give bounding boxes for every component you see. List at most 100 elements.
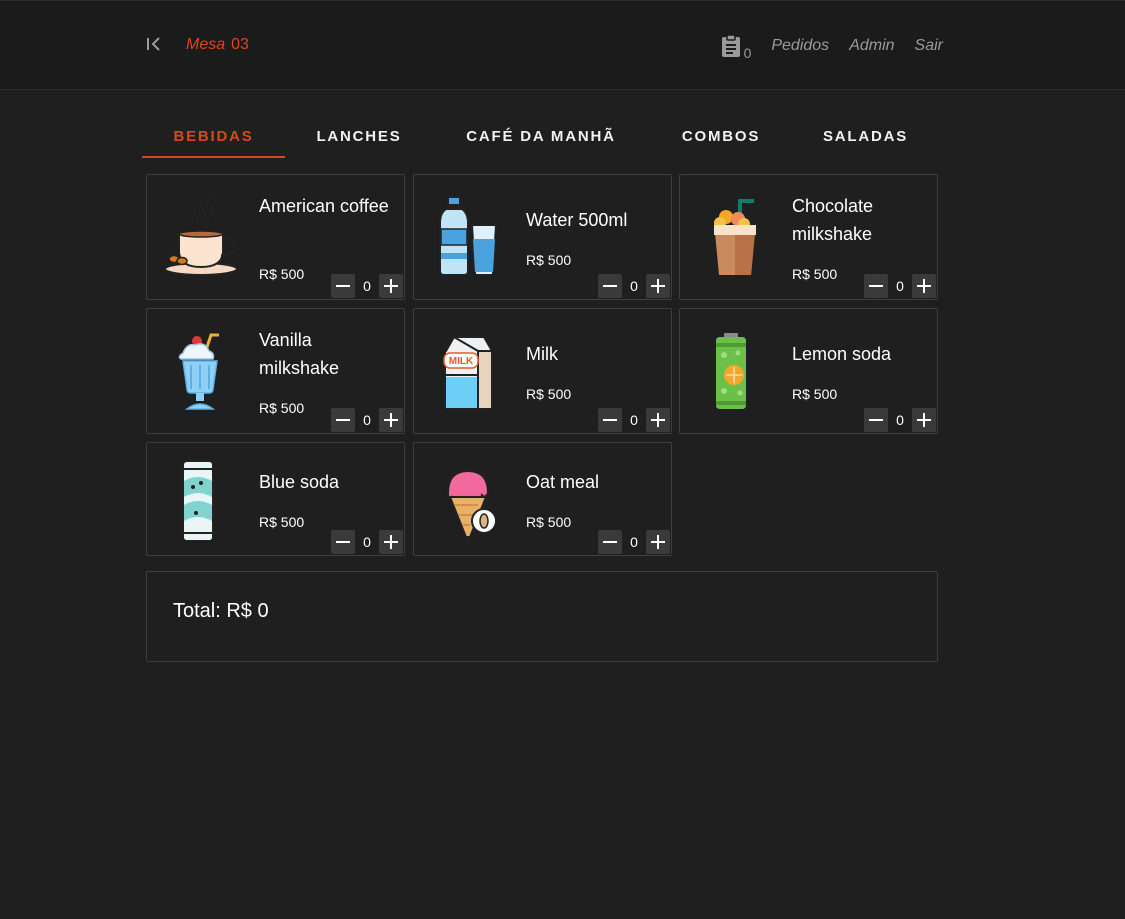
product-card[interactable]: Lemon soda R$ 500 0 — [679, 308, 938, 434]
quantity-stepper: 0 — [598, 408, 670, 432]
category-tabs: BEBIDAS LANCHES CAFÉ DA MANHÃ COMBOS SAL… — [142, 115, 938, 158]
product-name: Chocolate milkshake — [792, 196, 874, 244]
quantity-stepper: 0 — [864, 408, 936, 432]
increment-button[interactable] — [646, 530, 670, 554]
quantity-stepper: 0 — [864, 274, 936, 298]
minus-icon — [336, 419, 350, 421]
clipboard-icon — [721, 34, 740, 57]
minus-icon — [603, 419, 617, 421]
plus-icon — [917, 279, 931, 293]
product-price: R$ 500 — [259, 400, 305, 416]
vanilla-milkshake-icon — [163, 329, 243, 413]
decrement-button[interactable] — [331, 274, 355, 298]
nav-pedidos[interactable]: Pedidos — [771, 37, 829, 55]
tab-bebidas[interactable]: BEBIDAS — [142, 115, 285, 158]
minus-icon — [869, 419, 883, 421]
table-indicator: Mesa 03 — [186, 36, 249, 54]
quantity-stepper: 0 — [331, 530, 403, 554]
product-price: R$ 500 — [259, 266, 305, 282]
product-price: R$ 500 — [526, 386, 572, 402]
quantity-stepper: 0 — [598, 274, 670, 298]
increment-button[interactable] — [912, 408, 936, 432]
decrement-button[interactable] — [864, 274, 888, 298]
tab-lanches[interactable]: LANCHES — [285, 115, 433, 158]
nav-sair[interactable]: Sair — [915, 37, 943, 55]
orders-count: 0 — [743, 45, 752, 61]
table-number: 03 — [231, 36, 249, 53]
product-price: R$ 500 — [792, 266, 838, 282]
quantity-value: 0 — [363, 278, 371, 294]
product-name: Water 500ml — [526, 210, 628, 230]
quantity-stepper: 0 — [331, 408, 403, 432]
orders-indicator[interactable]: 0 — [720, 34, 752, 61]
order-total: Total: R$ 0 — [173, 600, 269, 622]
ice-cream-cone-icon — [430, 457, 510, 541]
plus-icon — [917, 413, 931, 427]
product-card[interactable]: Blue soda R$ 500 0 — [146, 442, 405, 556]
plus-icon — [384, 535, 398, 549]
tab-combos[interactable]: COMBOS — [649, 115, 793, 158]
plus-icon — [384, 279, 398, 293]
product-price: R$ 500 — [526, 252, 572, 268]
product-price: R$ 500 — [792, 386, 838, 402]
product-card[interactable]: Vanilla milkshake R$ 500 0 — [146, 308, 405, 434]
decrement-button[interactable] — [864, 408, 888, 432]
nav-links: 0 Pedidos Admin Sair — [720, 34, 943, 61]
minus-icon — [336, 541, 350, 543]
nav-admin[interactable]: Admin — [849, 37, 894, 55]
blue-soda-can-icon — [163, 457, 243, 541]
plus-icon — [651, 413, 665, 427]
quantity-value: 0 — [630, 412, 638, 428]
quantity-value: 0 — [630, 534, 638, 550]
increment-button[interactable] — [379, 408, 403, 432]
product-price: R$ 500 — [526, 514, 572, 530]
plus-icon — [651, 535, 665, 549]
quantity-stepper: 0 — [331, 274, 403, 298]
quantity-value: 0 — [896, 412, 904, 428]
decrement-button[interactable] — [598, 408, 622, 432]
product-card[interactable]: American coffee R$ 500 0 — [146, 174, 405, 300]
tab-saladas[interactable]: SALADAS — [793, 115, 938, 158]
decrement-button[interactable] — [331, 530, 355, 554]
increment-button[interactable] — [912, 274, 936, 298]
product-name: American coffee — [259, 196, 389, 216]
water-bottle-icon — [430, 195, 510, 279]
decrement-button[interactable] — [331, 408, 355, 432]
product-card[interactable]: Water 500ml R$ 500 0 — [413, 174, 672, 300]
plus-icon — [651, 279, 665, 293]
product-name: Oat meal — [526, 472, 600, 492]
product-name: Milk — [526, 344, 558, 364]
increment-button[interactable] — [646, 274, 670, 298]
lemon-soda-can-icon — [696, 329, 776, 413]
minus-icon — [603, 541, 617, 543]
quantity-value: 0 — [363, 412, 371, 428]
back-to-first-icon[interactable] — [144, 34, 164, 54]
product-name: Lemon soda — [792, 344, 892, 364]
coffee-cup-icon — [163, 195, 243, 279]
increment-button[interactable] — [379, 530, 403, 554]
quantity-value: 0 — [630, 278, 638, 294]
product-card[interactable]: MILK Milk R$ 500 0 — [413, 308, 672, 434]
product-card[interactable]: Oat meal R$ 500 0 — [413, 442, 672, 556]
top-navbar: Mesa 03 0 Pedidos Admin Sair — [0, 0, 1125, 90]
increment-button[interactable] — [646, 408, 670, 432]
quantity-value: 0 — [363, 534, 371, 550]
minus-icon — [336, 285, 350, 287]
table-label: Mesa — [186, 36, 226, 53]
quantity-value: 0 — [896, 278, 904, 294]
milk-carton-icon: MILK — [430, 329, 510, 413]
milk-label: MILK — [449, 356, 474, 367]
decrement-button[interactable] — [598, 274, 622, 298]
minus-icon — [603, 285, 617, 287]
product-price: R$ 500 — [259, 514, 305, 530]
product-card[interactable]: Chocolate milkshake R$ 500 0 — [679, 174, 938, 300]
minus-icon — [869, 285, 883, 287]
chocolate-milkshake-icon — [696, 195, 776, 279]
increment-button[interactable] — [379, 274, 403, 298]
product-name: Blue soda — [259, 472, 340, 492]
tab-cafe-da-manha[interactable]: CAFÉ DA MANHÃ — [433, 115, 649, 158]
quantity-stepper: 0 — [598, 530, 670, 554]
decrement-button[interactable] — [598, 530, 622, 554]
order-total-panel: Total: R$ 0 — [146, 571, 938, 662]
product-name: Vanilla milkshake — [259, 330, 340, 378]
